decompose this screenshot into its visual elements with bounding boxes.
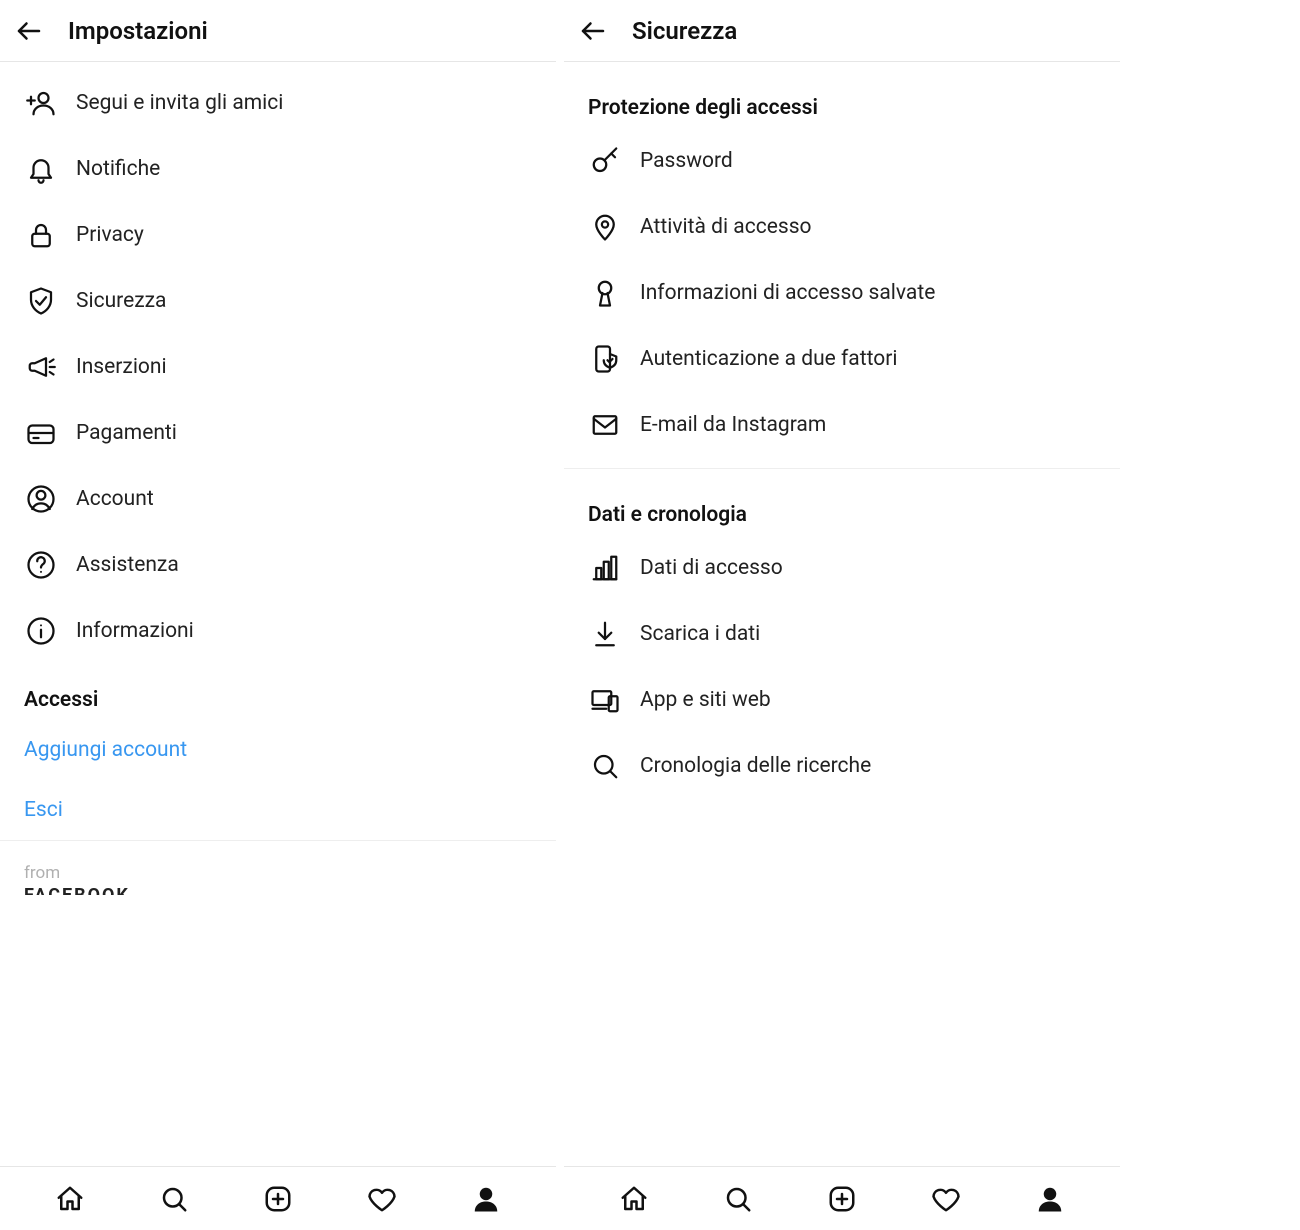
item-label: E-mail da Instagram [640, 413, 826, 437]
settings-header: Impostazioni [0, 0, 556, 62]
settings-title: Impostazioni [68, 17, 208, 45]
back-button[interactable] [578, 16, 618, 46]
mail-icon [588, 408, 622, 442]
add-icon [263, 1184, 293, 1214]
item-label: Account [76, 487, 154, 511]
item-search-history[interactable]: Cronologia delle ricerche [564, 733, 1120, 799]
tab-activity[interactable] [926, 1179, 966, 1219]
tab-home[interactable] [614, 1179, 654, 1219]
search-icon [159, 1184, 189, 1214]
item-security[interactable]: Sicurezza [0, 268, 556, 334]
keyhole-icon [588, 276, 622, 310]
tab-search[interactable] [154, 1179, 194, 1219]
item-label: Privacy [76, 223, 144, 247]
tab-activity[interactable] [362, 1179, 402, 1219]
key-icon [588, 144, 622, 178]
item-label: Notifiche [76, 157, 160, 181]
account-icon [24, 482, 58, 516]
add-icon [827, 1184, 857, 1214]
security-title: Sicurezza [632, 17, 737, 45]
search-icon [723, 1184, 753, 1214]
tab-home[interactable] [50, 1179, 90, 1219]
tab-add[interactable] [258, 1179, 298, 1219]
item-login-activity[interactable]: Attività di accesso [564, 194, 1120, 260]
person-plus-icon [24, 86, 58, 120]
from-label: from [24, 863, 532, 883]
item-password[interactable]: Password [564, 128, 1120, 194]
tab-profile[interactable] [466, 1179, 506, 1219]
item-saved-login[interactable]: Informazioni di accesso salvate [564, 260, 1120, 326]
chart-icon [588, 551, 622, 585]
item-label: Inserzioni [76, 355, 167, 379]
tab-add[interactable] [822, 1179, 862, 1219]
item-help[interactable]: Assistenza [0, 532, 556, 598]
item-label: Informazioni di accesso salvate [640, 281, 935, 305]
item-label: Scarica i dati [640, 622, 760, 646]
tab-profile[interactable] [1030, 1179, 1070, 1219]
item-label: App e siti web [640, 688, 771, 712]
item-ads[interactable]: Inserzioni [0, 334, 556, 400]
location-icon [588, 210, 622, 244]
from-block: from FACEBOOK [0, 840, 556, 895]
back-arrow-icon [578, 16, 608, 46]
link-logout[interactable]: Esci [0, 780, 556, 840]
item-access-data[interactable]: Dati di accesso [564, 535, 1120, 601]
search-icon [588, 749, 622, 783]
devices-icon [588, 683, 622, 717]
item-label: Assistenza [76, 553, 179, 577]
item-notifications[interactable]: Notifiche [0, 136, 556, 202]
item-label: Dati di accesso [640, 556, 783, 580]
item-download-data[interactable]: Scarica i dati [564, 601, 1120, 667]
megaphone-icon [24, 350, 58, 384]
item-follow-invite[interactable]: Segui e invita gli amici [0, 70, 556, 136]
home-icon [619, 1184, 649, 1214]
item-apps-websites[interactable]: App e siti web [564, 667, 1120, 733]
tabbar [564, 1166, 1120, 1230]
card-icon [24, 416, 58, 450]
item-privacy[interactable]: Privacy [0, 202, 556, 268]
settings-pane: Impostazioni Segui e invita gli amici No… [0, 0, 556, 1230]
phone-shield-icon [588, 342, 622, 376]
item-label: Sicurezza [76, 289, 166, 313]
item-payments[interactable]: Pagamenti [0, 400, 556, 466]
profile-icon [1035, 1184, 1065, 1214]
item-2fa[interactable]: Autenticazione a due fattori [564, 326, 1120, 392]
section-data-history: Dati e cronologia [564, 479, 1120, 535]
item-label: Segui e invita gli amici [76, 91, 283, 115]
item-label: Cronologia delle ricerche [640, 754, 871, 778]
link-add-account[interactable]: Aggiungi account [0, 720, 556, 780]
home-icon [55, 1184, 85, 1214]
download-icon [588, 617, 622, 651]
security-pane: Sicurezza Protezione degli accessi Passw… [564, 0, 1120, 1230]
tabbar [0, 1166, 556, 1230]
item-label: Informazioni [76, 619, 194, 643]
brand-label: FACEBOOK [24, 885, 532, 895]
item-label: Autenticazione a due fattori [640, 347, 897, 371]
item-info[interactable]: Informazioni [0, 598, 556, 664]
security-header: Sicurezza [564, 0, 1120, 62]
tab-search[interactable] [718, 1179, 758, 1219]
profile-icon [471, 1184, 501, 1214]
section-login-protection: Protezione degli accessi [564, 86, 1120, 128]
back-arrow-icon [14, 16, 44, 46]
help-icon [24, 548, 58, 582]
heart-icon [931, 1184, 961, 1214]
lock-icon [24, 218, 58, 252]
bell-icon [24, 152, 58, 186]
item-label: Password [640, 149, 733, 173]
item-label: Pagamenti [76, 421, 177, 445]
settings-content: Segui e invita gli amici Notifiche Priva… [0, 62, 556, 1166]
back-button[interactable] [14, 16, 54, 46]
section-accessi: Accessi [0, 664, 556, 720]
heart-icon [367, 1184, 397, 1214]
divider [564, 468, 1120, 469]
info-icon [24, 614, 58, 648]
shield-check-icon [24, 284, 58, 318]
item-account[interactable]: Account [0, 466, 556, 532]
security-content: Protezione degli accessi Password Attivi… [564, 62, 1120, 1166]
item-emails[interactable]: E-mail da Instagram [564, 392, 1120, 458]
item-label: Attività di accesso [640, 215, 812, 239]
